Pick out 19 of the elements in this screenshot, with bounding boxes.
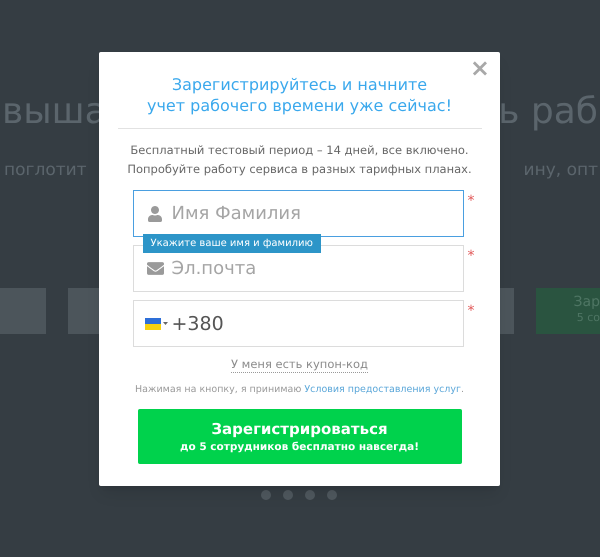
input-field[interactable]: +380 xyxy=(132,300,464,347)
caret-icon xyxy=(162,322,168,325)
envelope-icon xyxy=(146,260,164,277)
required-mark: * xyxy=(468,249,474,263)
user-icon xyxy=(146,206,162,222)
dialog-title: Зарегистрируйтесь и начните учет рабочего времени уже сейчас! xyxy=(147,74,452,116)
terms-text: Нажимая на кнопку, я принимаю Условия предоставления услуг. xyxy=(134,383,464,397)
tooltip: Укажите ваше имя и фамилию xyxy=(142,234,321,253)
register-button[interactable]: Зарегистрироваться до 5 сотрудников бесплатно навсегда! xyxy=(138,409,462,464)
background-field xyxy=(0,288,46,334)
country-select[interactable] xyxy=(144,318,168,330)
required-mark: * xyxy=(468,194,474,208)
input-field[interactable]: Имя Фамилия xyxy=(132,190,464,237)
flag-icon xyxy=(144,318,160,330)
close-button[interactable]: × xyxy=(470,56,490,80)
terms-link[interactable]: Условия предоставления услуг xyxy=(304,384,461,395)
intro-text: Бесплатный тестовый период – 14 дней, все включено. Попробуйте работу сервиса в разных тарифных планах. xyxy=(127,142,472,178)
required-mark: * xyxy=(468,304,474,318)
coupon-link[interactable]: У меня есть купон-код xyxy=(231,357,368,373)
